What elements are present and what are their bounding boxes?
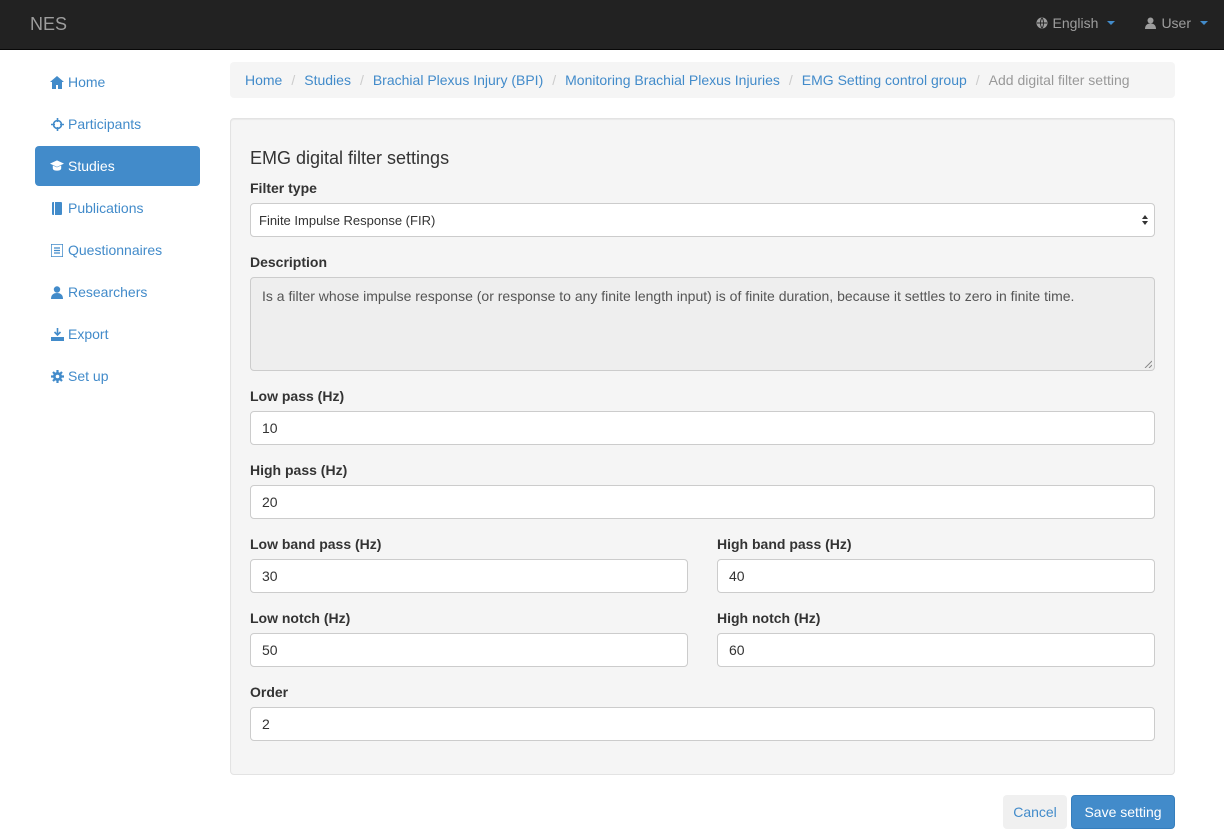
top-navbar: NES English User xyxy=(0,0,1224,50)
gear-icon xyxy=(50,369,64,383)
sidebar-item-label: Studies xyxy=(68,158,115,174)
sidebar-item-questionnaires[interactable]: Questionnaires xyxy=(35,230,200,270)
cancel-button[interactable]: Cancel xyxy=(1003,795,1067,829)
breadcrumb-study[interactable]: Brachial Plexus Injury (BPI) xyxy=(373,72,543,88)
breadcrumb-separator: / xyxy=(359,72,364,88)
sidebar-item-publications[interactable]: Publications xyxy=(35,188,200,228)
chevron-down-icon xyxy=(1107,21,1116,25)
select-arrows-icon xyxy=(1142,215,1148,225)
high-notch-input[interactable]: 60 xyxy=(717,633,1155,667)
home-icon xyxy=(50,75,64,89)
navbar-right: English User xyxy=(1036,15,1208,31)
book-icon xyxy=(50,201,64,215)
low-notch-label: Low notch (Hz) xyxy=(250,610,351,626)
list-icon xyxy=(50,243,64,257)
breadcrumb-home[interactable]: Home xyxy=(245,72,282,88)
high-band-pass-label: High band pass (Hz) xyxy=(717,536,852,552)
resize-handle-icon[interactable] xyxy=(1144,360,1152,368)
breadcrumb-emg-setting[interactable]: EMG Setting control group xyxy=(802,72,967,88)
user-icon xyxy=(1145,17,1157,29)
description-label: Description xyxy=(250,254,328,270)
sidebar-item-label: Questionnaires xyxy=(68,242,163,258)
panel-title: EMG digital filter settings xyxy=(250,148,450,168)
breadcrumb-separator: / xyxy=(975,72,980,88)
breadcrumb-separator: / xyxy=(291,72,296,88)
user-icon xyxy=(50,285,64,299)
sidebar-item-studies[interactable]: Studies xyxy=(35,146,200,186)
low-band-pass-label: Low band pass (Hz) xyxy=(250,536,382,552)
low-pass-input[interactable]: 10 xyxy=(250,411,1155,445)
language-label: English xyxy=(1052,15,1099,31)
sidebar-item-label: Set up xyxy=(68,368,109,384)
sidebar-item-export[interactable]: Export xyxy=(35,314,200,354)
order-input[interactable]: 2 xyxy=(250,707,1155,741)
low-notch-input[interactable]: 50 xyxy=(250,633,688,667)
low-band-pass-input[interactable]: 30 xyxy=(250,559,688,593)
sidebar-item-participants[interactable]: Participants xyxy=(35,104,200,144)
sidebar-item-home[interactable]: Home xyxy=(35,62,200,102)
sidebar-item-setup[interactable]: Set up xyxy=(35,356,200,396)
brand-logo[interactable]: NES xyxy=(30,14,67,35)
breadcrumb: Home / Studies / Brachial Plexus Injury … xyxy=(230,62,1175,98)
description-value: Is a filter whose impulse response (or r… xyxy=(262,288,1075,304)
export-icon xyxy=(50,327,64,341)
graduation-cap-icon xyxy=(50,159,64,173)
order-label: Order xyxy=(250,684,289,700)
filter-type-value: Finite Impulse Response (FIR) xyxy=(259,212,436,228)
sidebar-item-researchers[interactable]: Researchers xyxy=(35,272,200,312)
crosshair-icon xyxy=(50,117,64,131)
high-notch-label: High notch (Hz) xyxy=(717,610,821,626)
sidebar-item-label: Researchers xyxy=(68,284,148,300)
chevron-down-icon xyxy=(1200,21,1208,25)
filter-type-label: Filter type xyxy=(250,180,317,196)
sidebar-item-label: Export xyxy=(68,326,109,342)
filter-type-select[interactable]: Finite Impulse Response (FIR) xyxy=(250,203,1155,237)
breadcrumb-separator: / xyxy=(788,72,793,88)
save-setting-button[interactable]: Save setting xyxy=(1071,795,1175,829)
breadcrumb-separator: / xyxy=(552,72,557,88)
globe-icon xyxy=(1036,17,1048,29)
user-dropdown[interactable]: User xyxy=(1145,15,1208,31)
breadcrumb-experiment[interactable]: Monitoring Brachial Plexus Injuries xyxy=(565,72,780,88)
sidebar-nav: Home Participants Studies Publications Q… xyxy=(35,62,200,398)
language-dropdown[interactable]: English xyxy=(1036,15,1116,31)
filter-settings-panel: EMG digital filter settings Filter type … xyxy=(230,118,1175,775)
breadcrumb-current: Add digital filter setting xyxy=(988,72,1130,88)
sidebar-item-label: Participants xyxy=(68,116,142,132)
breadcrumb-studies[interactable]: Studies xyxy=(304,72,351,88)
user-label: User xyxy=(1161,15,1191,31)
high-pass-input[interactable]: 20 xyxy=(250,485,1155,519)
high-pass-label: High pass (Hz) xyxy=(250,462,348,478)
sidebar-item-label: Publications xyxy=(68,200,144,216)
high-band-pass-input[interactable]: 40 xyxy=(717,559,1155,593)
low-pass-label: Low pass (Hz) xyxy=(250,388,345,404)
sidebar-item-label: Home xyxy=(68,74,106,90)
description-textarea: Is a filter whose impulse response (or r… xyxy=(250,277,1155,371)
